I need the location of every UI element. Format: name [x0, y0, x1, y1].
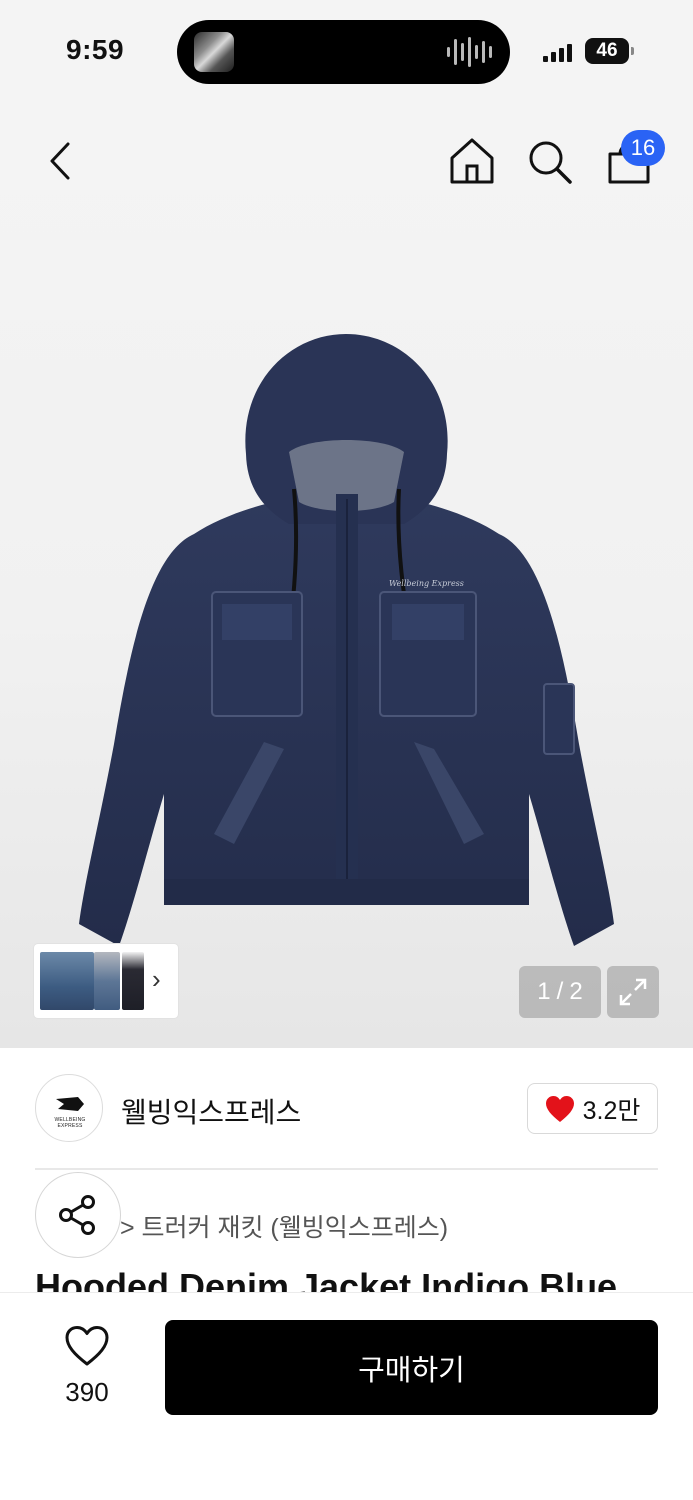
battery-level: 46 — [596, 40, 618, 61]
product-title: Hooded Denim Jacket Indigo Blue — [35, 1266, 618, 1292]
heart-filled-icon — [545, 1095, 574, 1122]
home-icon — [450, 138, 494, 184]
share-button[interactable] — [35, 1172, 121, 1258]
buy-button[interactable]: 구매하기 — [165, 1320, 658, 1415]
back-button[interactable] — [40, 134, 84, 188]
product-title-container: Hooded Denim Jacket Indigo Blue — [35, 1262, 665, 1292]
brand-like-count: 3.2만 — [582, 1096, 641, 1125]
thumbnail-1[interactable] — [40, 952, 94, 1010]
thumbnail-2[interactable] — [94, 952, 120, 1010]
cart-count-badge: 16 — [621, 130, 665, 166]
signal-icon — [543, 42, 572, 62]
home-button[interactable] — [447, 134, 497, 188]
brand-name[interactable]: 웰빙익스프레스 — [121, 1091, 301, 1131]
divider — [35, 1168, 658, 1170]
share-icon — [59, 1195, 95, 1235]
chevron-right-icon[interactable]: › — [152, 964, 161, 995]
product-photo: Wellbeing Express — [79, 334, 614, 946]
product-image-gallery[interactable]: 16 Wellbeing Express › 1 / 2 — [0, 104, 693, 1048]
thumbnail-3[interactable] — [122, 952, 144, 1010]
pager-total: 2 — [569, 978, 583, 1005]
brand-logo-text: WELLBEING EXPRESS — [54, 1117, 86, 1129]
thumbnail-strip[interactable]: › — [34, 944, 178, 1018]
bottom-action-bar: 390 구매하기 — [0, 1292, 693, 1500]
now-playing-artwork[interactable] — [194, 32, 234, 72]
expand-button[interactable] — [607, 966, 659, 1018]
wishlist-button[interactable]: 390 — [50, 1319, 124, 1409]
image-pager: 1 / 2 — [519, 966, 601, 1018]
search-icon — [529, 141, 572, 184]
status-bar: 9:59 46 — [0, 0, 693, 104]
battery-icon: 46 — [585, 38, 634, 64]
svg-text:Wellbeing Express: Wellbeing Express — [389, 579, 464, 588]
heart-outline-icon — [65, 1326, 109, 1366]
pager-current: 1 — [537, 978, 551, 1005]
brand-like-button[interactable]: 3.2만 — [527, 1083, 658, 1134]
audio-waveform-icon — [447, 36, 492, 68]
expand-icon — [619, 978, 647, 1006]
pager-separator: / — [556, 978, 564, 1005]
category-breadcrumb[interactable]: > 트러커 재킷 (웰빙익스프레스) — [120, 1208, 448, 1244]
search-button[interactable] — [524, 134, 576, 188]
brand-mark-icon — [56, 1097, 84, 1111]
dynamic-island[interactable] — [177, 20, 510, 84]
wishlist-count: 390 — [65, 1377, 109, 1407]
brand-logo[interactable]: WELLBEING EXPRESS — [35, 1074, 103, 1142]
status-time: 9:59 — [66, 34, 125, 65]
back-chevron-icon — [50, 142, 70, 180]
